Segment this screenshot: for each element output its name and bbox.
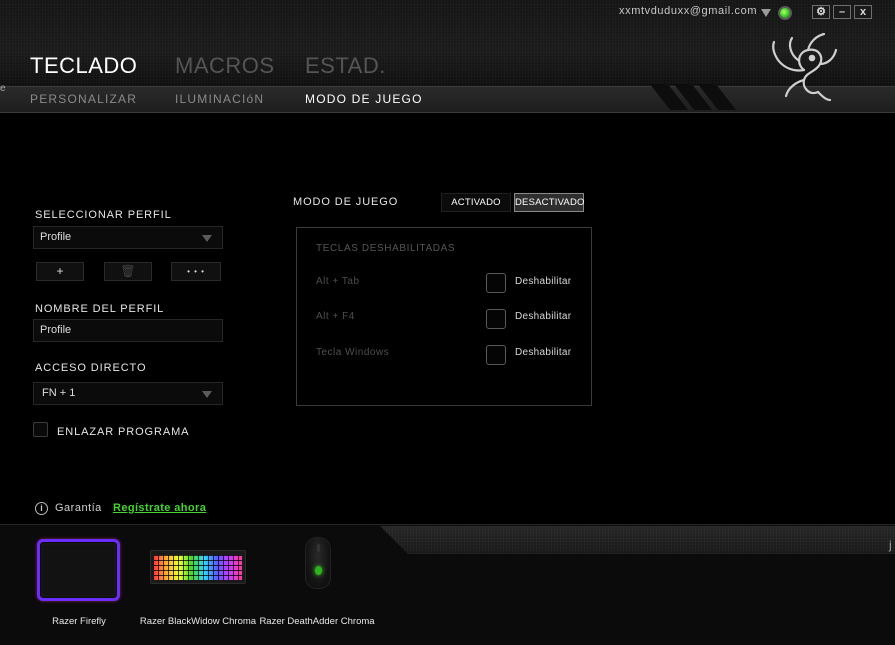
tab-macros[interactable]: MACROS (175, 53, 275, 79)
game-mode-off-button[interactable]: DESACTIVADO (514, 193, 584, 212)
tab-teclado[interactable]: TECLADO (30, 53, 137, 79)
shortcut-select[interactable]: FN + 1 (33, 382, 223, 405)
minimize-button[interactable]: – (833, 5, 851, 19)
edge-mark-left: e (0, 83, 6, 94)
disable-alt-tab-label: Deshabilitar (515, 276, 572, 287)
header-stripes (648, 84, 748, 110)
subtab-iluminacion[interactable]: ILUMINACIóN (175, 92, 264, 106)
disable-alt-f4-checkbox[interactable] (486, 309, 506, 329)
game-mode-label: MODO DE JUEGO (293, 196, 399, 208)
shortcut-label: ACCESO DIRECTO (35, 362, 147, 374)
firefly-surface (43, 545, 114, 595)
link-program-label: ENLAZAR PROGRAMA (57, 426, 190, 438)
key-name-alt-tab: Alt + Tab (316, 276, 360, 287)
device-blackwidow-image[interactable] (150, 550, 246, 584)
razer-logo-icon (772, 32, 838, 102)
device-blackwidow-label[interactable]: Razer BlackWidow Chroma (138, 616, 258, 627)
keyboard-keys (154, 555, 242, 580)
chevron-down-icon (202, 391, 212, 398)
disable-windows-key-label: Deshabilitar (515, 347, 572, 358)
close-button[interactable]: x (854, 5, 872, 19)
device-firefly-label[interactable]: Razer Firefly (44, 616, 114, 627)
add-profile-button[interactable]: + (36, 262, 84, 281)
user-email[interactable]: xxmtvduduxx@gmail.com (619, 5, 757, 17)
chevron-down-icon (202, 235, 212, 242)
key-name-alt-f4: Alt + F4 (316, 311, 355, 322)
device-deathadder-image[interactable] (305, 537, 331, 589)
disabled-keys-title: TECLAS DESHABILITADAS (316, 243, 456, 254)
disable-alt-tab-checkbox[interactable] (486, 273, 506, 293)
online-status-icon[interactable] (778, 6, 792, 20)
register-now-link[interactable]: Regístrate ahora (113, 502, 206, 514)
select-profile-label: SELECCIONAR PERFIL (35, 209, 172, 221)
device-deathadder-label[interactable]: Razer DeathAdder Chroma (258, 616, 376, 627)
profile-name-label: NOMBRE DEL PERFIL (35, 303, 165, 315)
device-bar-band (380, 526, 895, 554)
header-divider (0, 112, 895, 113)
mouse-wheel (317, 544, 320, 552)
subtab-personalizar[interactable]: PERSONALIZAR (30, 92, 137, 106)
account-dropdown-icon[interactable] (761, 9, 771, 17)
profile-select[interactable]: Profile (33, 226, 223, 249)
settings-button[interactable]: ⚙ (812, 5, 830, 19)
delete-profile-button[interactable]: 🗑 (104, 262, 152, 281)
disabled-keys-panel: TECLAS DESHABILITADAS Alt + Tab Deshabil… (296, 227, 592, 406)
shortcut-value: FN + 1 (42, 387, 76, 399)
link-program-checkbox[interactable] (33, 422, 48, 437)
warranty-label: Garantía (55, 502, 102, 514)
subtab-modo-de-juego[interactable]: MODO DE JUEGO (305, 92, 423, 106)
more-options-button[interactable]: • • • (171, 262, 221, 281)
mouse-logo-icon (315, 566, 322, 575)
profile-name-field[interactable]: Profile (33, 319, 223, 342)
key-name-windows: Tecla Windows (316, 347, 390, 358)
tab-estad[interactable]: ESTAD. (305, 53, 386, 79)
profile-name-value: Profile (40, 324, 72, 336)
header: xxmtvduduxx@gmail.com ⚙ – x TECLADO MACR… (0, 0, 895, 113)
device-firefly-image[interactable] (37, 539, 120, 601)
profile-select-value: Profile (40, 231, 72, 243)
disable-alt-f4-label: Deshabilitar (515, 311, 572, 322)
game-mode-on-button[interactable]: ACTIVADO (441, 193, 511, 212)
edge-mark-right: j (889, 538, 892, 552)
disable-windows-key-checkbox[interactable] (486, 345, 506, 365)
info-icon: i (35, 502, 48, 515)
